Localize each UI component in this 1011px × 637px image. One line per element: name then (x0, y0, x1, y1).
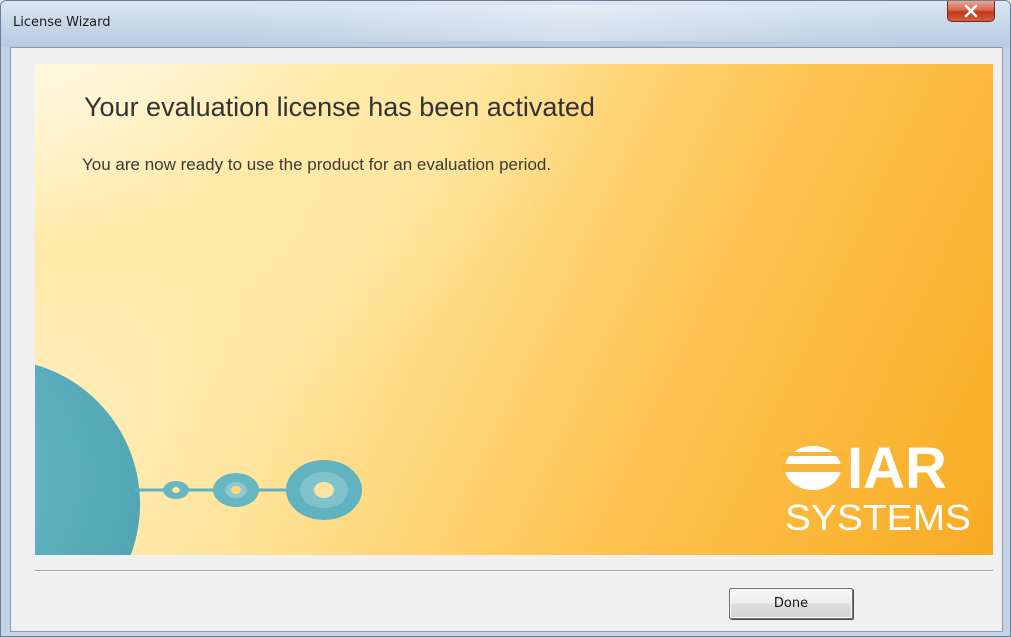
logo-line-iar: IAR (847, 436, 947, 501)
logo-line-systems: SYSTEMS (785, 497, 971, 530)
iar-systems-logo: IAR SYSTEMS (781, 436, 971, 530)
completion-banner: Your evaluation license has been activat… (35, 64, 993, 555)
license-wizard-window: License Wizard Your evaluation license h… (0, 0, 1011, 637)
title-bar-glare (241, 5, 901, 41)
window-title: License Wizard (13, 15, 111, 30)
close-button[interactable] (947, 1, 995, 22)
close-icon (964, 4, 978, 18)
done-button[interactable]: Done (729, 588, 853, 619)
wizard-client-area: Your evaluation license has been activat… (10, 47, 1003, 632)
button-separator (35, 570, 993, 572)
large-disc (35, 364, 140, 555)
iar-logo-circle-mark (781, 446, 845, 490)
title-bar[interactable]: License Wizard (1, 1, 1010, 47)
